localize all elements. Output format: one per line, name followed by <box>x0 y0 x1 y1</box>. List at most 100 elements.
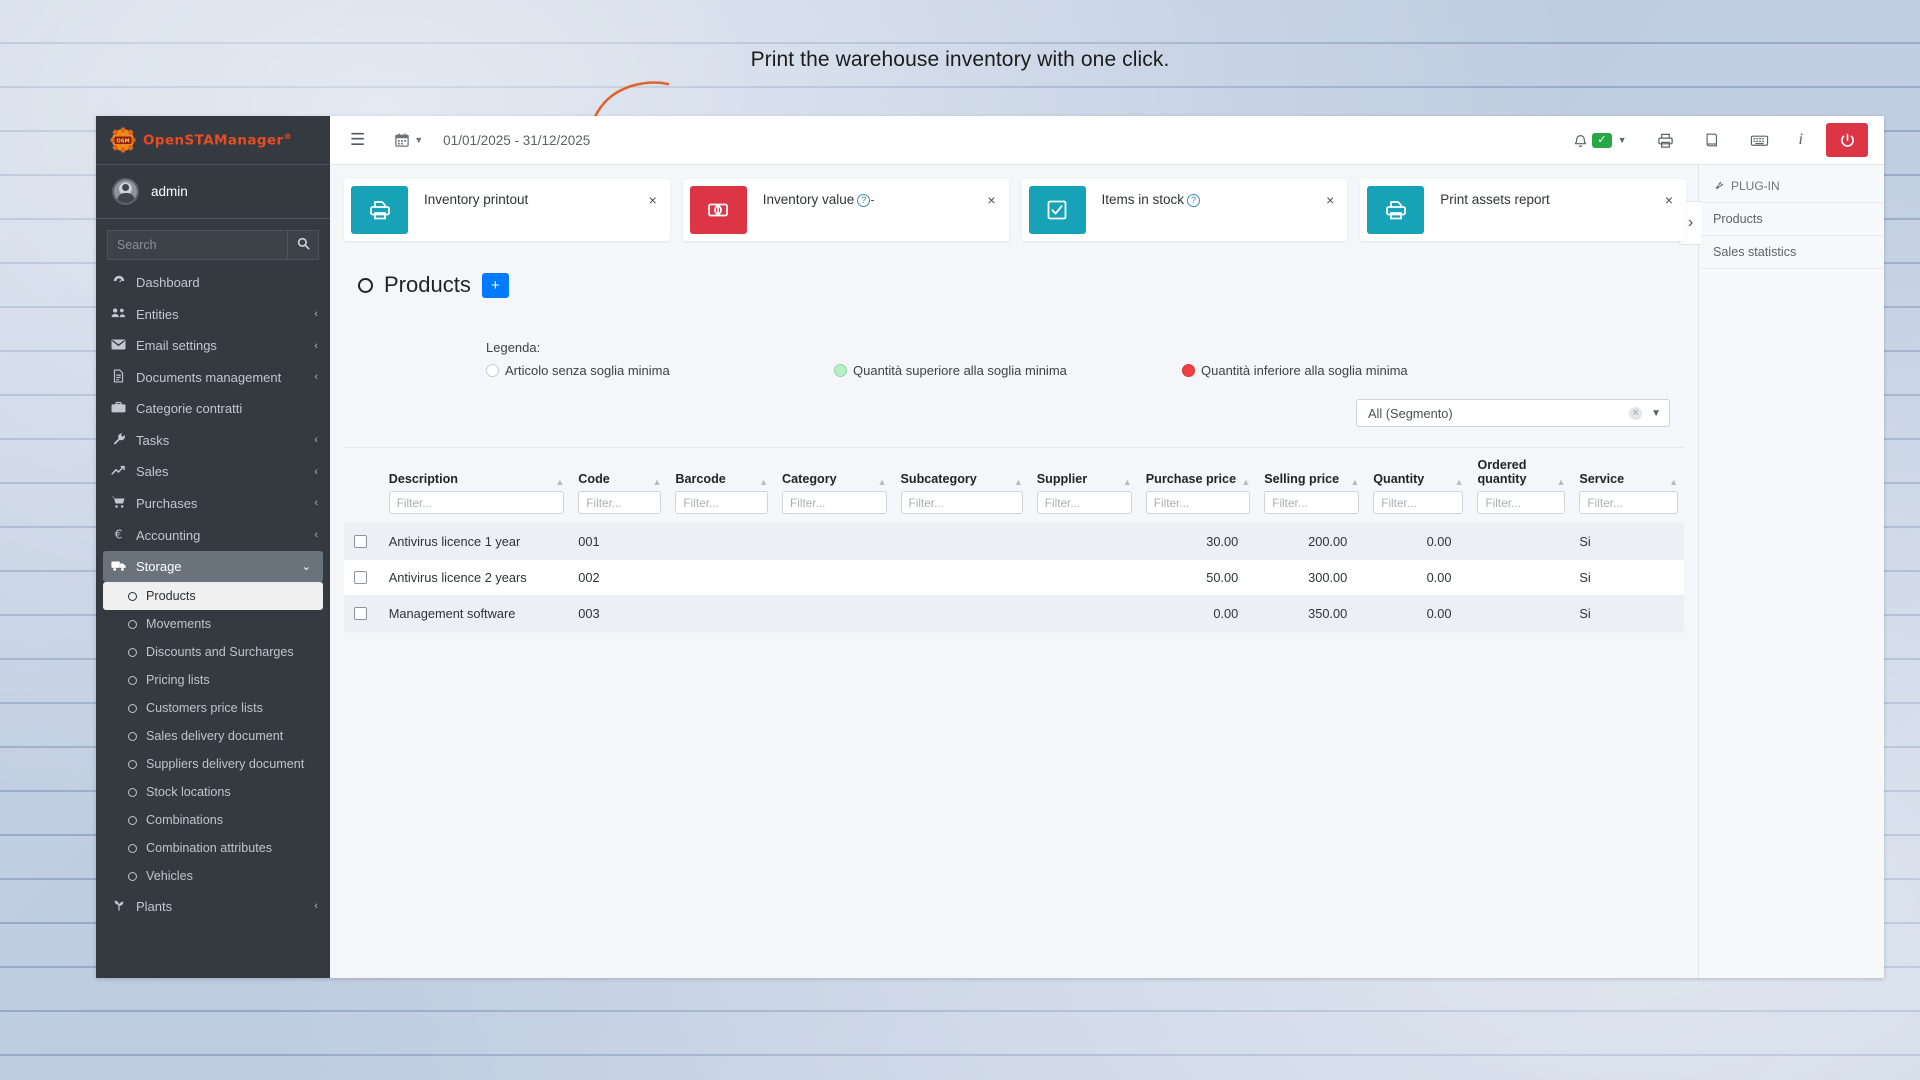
row-checkbox[interactable] <box>354 571 367 584</box>
segment-select[interactable]: All (Segmento) × ▼ <box>1356 399 1670 427</box>
info-icon[interactable]: i <box>1784 116 1818 165</box>
sidebar-subitem-vehicles[interactable]: Vehicles <box>96 862 330 890</box>
sidebar-subitem-discounts-and-surcharges[interactable]: Discounts and Surcharges <box>96 638 330 666</box>
sort-icon[interactable]: ▲ <box>555 478 564 487</box>
sidebar-subitem-products[interactable]: Products <box>103 582 323 610</box>
sidebar-subitem-sales-delivery-document[interactable]: Sales delivery document <box>96 722 330 750</box>
circle-icon <box>128 759 137 769</box>
page-header: Products + <box>344 264 1684 298</box>
card-body: Inventory value? - <box>747 179 1009 241</box>
table-row[interactable]: Antivirus licence 1 year 001 30.00 200.00 0.… <box>344 523 1684 560</box>
table-row[interactable]: Antivirus licence 2 years 002 50.00 300.00 0… <box>344 559 1684 596</box>
column-header-quantity[interactable]: Quantity ▲ <box>1365 448 1470 524</box>
close-icon[interactable]: × <box>1665 193 1673 207</box>
sidebar-nav: Dashboard Entities ‹ Email settings ‹ Documen… <box>96 266 330 922</box>
row-checkbox-cell[interactable] <box>344 559 381 596</box>
plugin-item-products[interactable]: Products <box>1699 203 1884 236</box>
sidebar-item-tasks[interactable]: Tasks ‹ <box>96 424 330 456</box>
sort-icon[interactable]: ▲ <box>1556 478 1565 487</box>
sort-icon[interactable]: ▲ <box>759 478 768 487</box>
sort-icon[interactable]: ▲ <box>1350 478 1359 487</box>
sidebar-item-sales[interactable]: Sales ‹ <box>96 456 330 487</box>
date-range-label[interactable]: 01/01/2025 - 31/12/2025 <box>443 133 590 148</box>
sidebar-item-dashboard[interactable]: Dashboard <box>96 266 330 298</box>
table-row[interactable]: Management software 003 0.00 350.00 0.00 Si <box>344 595 1684 631</box>
sidebar-item-documents-management[interactable]: Documents management ‹ <box>96 361 330 393</box>
book-icon[interactable] <box>1689 116 1735 165</box>
sort-icon[interactable]: ▲ <box>1241 478 1250 487</box>
column-filter-input[interactable] <box>1579 491 1678 514</box>
printer-icon[interactable] <box>1642 116 1689 165</box>
calendar-picker[interactable]: ▼ <box>395 133 423 147</box>
column-filter-input[interactable] <box>782 491 887 514</box>
sidebar-subitem-customers-price-lists[interactable]: Customers price lists <box>96 694 330 722</box>
circle-icon <box>128 619 137 629</box>
sidebar-item-email-settings[interactable]: Email settings ‹ <box>96 330 330 361</box>
card-inventory-value[interactable]: Inventory value? - × <box>682 179 1009 241</box>
help-icon[interactable]: ? <box>1187 194 1201 208</box>
add-product-button[interactable]: + <box>481 272 509 298</box>
column-header-supplier[interactable]: Supplier ▲ <box>1028 448 1138 524</box>
card-items-in-stock[interactable]: Items in stock? × <box>1021 179 1348 241</box>
column-header-ordered-quantity[interactable]: Ordered quantity ▲ <box>1469 448 1572 524</box>
column-header-category[interactable]: Category ▲ <box>774 448 893 524</box>
column-filter-input[interactable] <box>1036 491 1132 514</box>
column-header-code[interactable]: Code ▲ <box>570 448 668 524</box>
sidebar-subitem-combinations[interactable]: Combinations <box>96 806 330 834</box>
column-filter-input[interactable] <box>1264 491 1360 514</box>
clear-icon[interactable]: × <box>1629 406 1643 420</box>
close-icon[interactable]: × <box>1326 193 1334 207</box>
column-header-purchase-price[interactable]: Purchase price ▲ <box>1137 448 1257 524</box>
sort-icon[interactable]: ▲ <box>1455 478 1464 487</box>
column-header-subcategory[interactable]: Subcategory ▲ <box>892 448 1029 524</box>
user-panel[interactable]: admin <box>96 165 330 219</box>
row-checkbox[interactable] <box>354 535 367 548</box>
column-filter-input[interactable] <box>1145 491 1251 514</box>
column-filter-input[interactable] <box>675 491 769 514</box>
column-header-selling-price[interactable]: Selling price ▲ <box>1256 448 1366 524</box>
sidebar-item-storage[interactable]: Storage ⌄ <box>103 551 323 582</box>
hamburger-icon[interactable]: ☰ <box>344 126 371 154</box>
sidebar-subitem-pricing-lists[interactable]: Pricing lists <box>96 666 330 694</box>
briefcase-icon <box>110 401 127 417</box>
sidebar-subitem-combination-attributes[interactable]: Combination attributes <box>96 834 330 862</box>
column-filter-input[interactable] <box>388 491 565 514</box>
close-icon[interactable]: × <box>649 193 657 207</box>
column-filter-input[interactable] <box>578 491 662 514</box>
sidebar-item-accounting[interactable]: € Accounting ‹ <box>96 519 330 551</box>
search-button[interactable] <box>288 230 319 260</box>
sidebar-subitem-suppliers-delivery-document[interactable]: Suppliers delivery document <box>96 750 330 778</box>
column-header-service[interactable]: Service ▲ <box>1571 448 1684 524</box>
row-checkbox-cell[interactable] <box>344 523 381 560</box>
sort-icon[interactable]: ▲ <box>653 478 662 487</box>
sort-icon[interactable]: ▲ <box>1123 478 1132 487</box>
sidebar-item-categorie-contratti[interactable]: Categorie contratti <box>96 393 330 424</box>
notifications-bell[interactable]: ✓ ▼ <box>1558 116 1641 165</box>
power-icon[interactable] <box>1826 123 1868 157</box>
row-checkbox-cell[interactable] <box>344 595 381 631</box>
card-inventory-printout[interactable]: Inventory printout × <box>344 179 670 241</box>
sidebar-item-plants[interactable]: Plants ‹ <box>96 890 330 922</box>
sidebar-search[interactable] <box>107 230 319 260</box>
sort-icon[interactable]: ▲ <box>1669 478 1678 487</box>
sidebar-item-purchases[interactable]: Purchases ‹ <box>96 487 330 519</box>
row-checkbox[interactable] <box>354 607 367 620</box>
close-icon[interactable]: × <box>987 193 995 207</box>
keyboard-icon[interactable] <box>1735 116 1784 165</box>
help-icon[interactable]: ? <box>857 194 871 208</box>
card-print-assets-report[interactable]: Print assets report × <box>1360 179 1686 241</box>
column-filter-input[interactable] <box>1477 491 1566 514</box>
column-header-barcode[interactable]: Barcode ▲ <box>667 448 775 524</box>
search-input[interactable] <box>107 230 288 260</box>
sidebar-subitem-stock-locations[interactable]: Stock locations <box>96 778 330 806</box>
sort-icon[interactable]: ▲ <box>878 478 887 487</box>
sidebar-subitem-movements[interactable]: Movements <box>96 610 330 638</box>
column-header-description[interactable]: Description ▲ <box>380 448 571 524</box>
sort-icon[interactable]: ▲ <box>1014 478 1023 487</box>
printer-icon <box>1367 186 1425 234</box>
column-filter-input[interactable] <box>900 491 1023 514</box>
brand-header[interactable]: OSM OpenSTAManager® <box>96 116 330 165</box>
plugin-item-sales-statistics[interactable]: Sales statistics <box>1699 236 1884 269</box>
sidebar-item-entities[interactable]: Entities ‹ <box>96 298 330 330</box>
column-filter-input[interactable] <box>1373 491 1464 514</box>
